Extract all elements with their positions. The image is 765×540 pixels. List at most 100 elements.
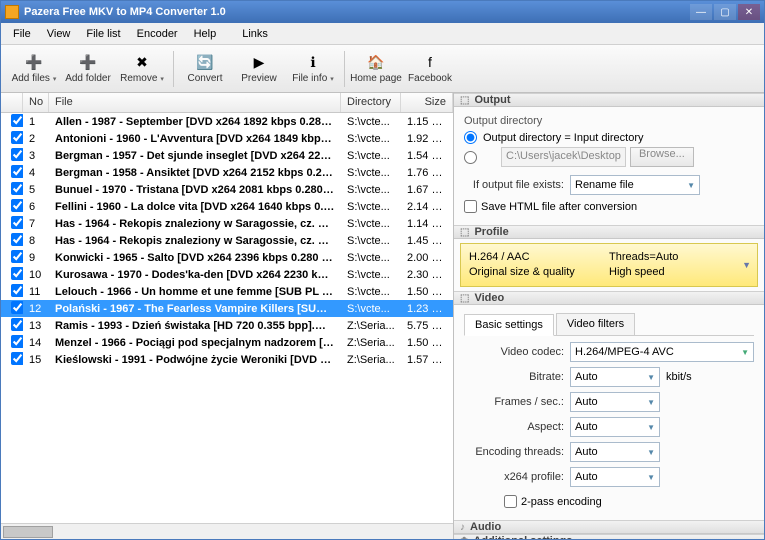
remove-button-icon: ✖ (133, 53, 151, 71)
preview-button-icon: ▶ (250, 53, 268, 71)
add-folder-button[interactable]: ➕Add folder (61, 47, 115, 91)
row-checkbox[interactable] (11, 301, 23, 314)
column-size[interactable]: Size (401, 93, 453, 112)
add-files-button-icon: ➕ (25, 53, 43, 71)
exists-combo[interactable]: Rename file▼ (570, 175, 700, 195)
table-row[interactable]: 8Has - 1964 - Rekopis znaleziony w Sarag… (1, 232, 453, 249)
video-header[interactable]: ⬚Video (454, 291, 764, 305)
profile-header[interactable]: ⬚Profile (454, 225, 764, 239)
row-checkbox[interactable] (11, 267, 23, 280)
row-checkbox[interactable] (11, 352, 23, 365)
file-info-button-icon: ℹ (304, 53, 322, 71)
facebook-button-icon: f (421, 53, 439, 71)
menu-links[interactable]: Links (234, 25, 276, 43)
scrollbar-thumb[interactable] (3, 526, 53, 538)
output-header[interactable]: ⬚Output (454, 93, 764, 107)
preview-button[interactable]: ▶Preview (232, 47, 286, 91)
close-button[interactable]: ✕ (738, 4, 760, 20)
window-title: Pazera Free MKV to MP4 Converter 1.0 (24, 6, 690, 18)
table-row[interactable]: 9Konwicki - 1965 - Salto [DVD x264 2396 … (1, 249, 453, 266)
table-row[interactable]: 6Fellini - 1960 - La dolce vita [DVD x26… (1, 198, 453, 215)
table-row[interactable]: 5Bunuel - 1970 - Tristana [DVD x264 2081… (1, 181, 453, 198)
profile-icon: ⬚ (460, 227, 469, 238)
file-info-button[interactable]: ℹFile info ▾ (286, 47, 340, 91)
facebook-button[interactable]: fFacebook (403, 47, 457, 91)
table-row[interactable]: 3Bergman - 1957 - Det sjunde inseglet [D… (1, 147, 453, 164)
settings-pane: ⬚Output Output directory Output director… (454, 93, 764, 539)
toolbar: ➕Add files ▾➕Add folder✖Remove ▾🔄Convert… (1, 45, 764, 93)
browse-button[interactable]: Browse... (630, 147, 694, 167)
file-list-pane: No File Directory Size 1Allen - 1987 - S… (1, 93, 454, 539)
menu-view[interactable]: View (39, 25, 79, 43)
home-page-button-icon: 🏠 (367, 53, 385, 71)
table-row[interactable]: 7Has - 1964 - Rekopis znaleziony w Sarag… (1, 215, 453, 232)
menu-help[interactable]: Help (186, 25, 225, 43)
fps-combo[interactable]: Auto▼ (570, 392, 660, 412)
list-header: No File Directory Size (1, 93, 453, 113)
row-checkbox[interactable] (11, 182, 23, 195)
chevron-down-icon: ▼ (742, 260, 751, 270)
add-folder-button-icon: ➕ (79, 53, 97, 71)
output-custom-radio[interactable] (464, 151, 477, 164)
row-checkbox[interactable] (11, 131, 23, 144)
folder-icon: ⬚ (460, 95, 469, 106)
table-row[interactable]: 12Polański - 1967 - The Fearless Vampire… (1, 300, 453, 317)
tab-video-filters[interactable]: Video filters (556, 313, 635, 335)
row-checkbox[interactable] (11, 148, 23, 161)
gear-icon: ✿ (460, 536, 468, 540)
profile-selector[interactable]: H.264 / AAC Original size & quality Thre… (460, 243, 758, 287)
table-row[interactable]: 11Lelouch - 1966 - Un homme et une femme… (1, 283, 453, 300)
menu-encoder[interactable]: Encoder (129, 25, 186, 43)
table-row[interactable]: 15Kieślowski - 1991 - Podwójne życie Wer… (1, 351, 453, 368)
row-checkbox[interactable] (11, 165, 23, 178)
row-checkbox[interactable] (11, 335, 23, 348)
additional-header[interactable]: ✿Additional settings (454, 534, 764, 539)
convert-button[interactable]: 🔄Convert (178, 47, 232, 91)
app-icon (5, 5, 19, 19)
tab-basic-settings[interactable]: Basic settings (464, 314, 554, 336)
output-same-radio[interactable] (464, 131, 477, 144)
output-dir-label: Output directory (464, 115, 754, 127)
menu-file[interactable]: File (5, 25, 39, 43)
convert-button-icon: 🔄 (196, 53, 214, 71)
table-row[interactable]: 1Allen - 1987 - September [DVD x264 1892… (1, 113, 453, 130)
two-pass-checkbox[interactable] (504, 495, 517, 508)
table-row[interactable]: 4Bergman - 1958 - Ansiktet [DVD x264 215… (1, 164, 453, 181)
maximize-button[interactable]: ▢ (714, 4, 736, 20)
row-checkbox[interactable] (11, 318, 23, 331)
list-body[interactable]: 1Allen - 1987 - September [DVD x264 1892… (1, 113, 453, 523)
table-row[interactable]: 10Kurosawa - 1970 - Dodes'ka-den [DVD x2… (1, 266, 453, 283)
add-files-button[interactable]: ➕Add files ▾ (7, 47, 61, 91)
column-directory[interactable]: Directory (341, 93, 401, 112)
row-checkbox[interactable] (11, 114, 23, 127)
remove-button[interactable]: ✖Remove ▾ (115, 47, 169, 91)
column-check[interactable] (1, 93, 23, 112)
column-no[interactable]: No (23, 93, 49, 112)
menu-bar: File View File list Encoder Help Links (1, 23, 764, 45)
horizontal-scrollbar[interactable] (1, 523, 453, 539)
title-bar: Pazera Free MKV to MP4 Converter 1.0 — ▢… (1, 1, 764, 23)
output-dir-input[interactable]: C:\Users\jacek\Desktop (501, 147, 626, 167)
x264-combo[interactable]: Auto▼ (570, 467, 660, 487)
video-codec-combo[interactable]: H.264/MPEG-4 AVC▼ (570, 342, 754, 362)
threads-combo[interactable]: Auto▼ (570, 442, 660, 462)
menu-file-list[interactable]: File list (78, 25, 128, 43)
aspect-combo[interactable]: Auto▼ (570, 417, 660, 437)
bitrate-combo[interactable]: Auto▼ (570, 367, 660, 387)
column-file[interactable]: File (49, 93, 341, 112)
row-checkbox[interactable] (11, 233, 23, 246)
minimize-button[interactable]: — (690, 4, 712, 20)
table-row[interactable]: 14Menzel - 1966 - Pociągi pod specjalnym… (1, 334, 453, 351)
audio-header[interactable]: ♪Audio (454, 520, 764, 534)
row-checkbox[interactable] (11, 216, 23, 229)
table-row[interactable]: 2Antonioni - 1960 - L'Avventura [DVD x26… (1, 130, 453, 147)
exists-label: If output file exists: (464, 179, 564, 191)
audio-icon: ♪ (460, 522, 465, 533)
row-checkbox[interactable] (11, 250, 23, 263)
row-checkbox[interactable] (11, 199, 23, 212)
video-icon: ⬚ (460, 293, 469, 304)
row-checkbox[interactable] (11, 284, 23, 297)
home-page-button[interactable]: 🏠Home page (349, 47, 403, 91)
table-row[interactable]: 13Ramis - 1993 - Dzień świstaka [HD 720 … (1, 317, 453, 334)
save-html-checkbox[interactable] (464, 200, 477, 213)
